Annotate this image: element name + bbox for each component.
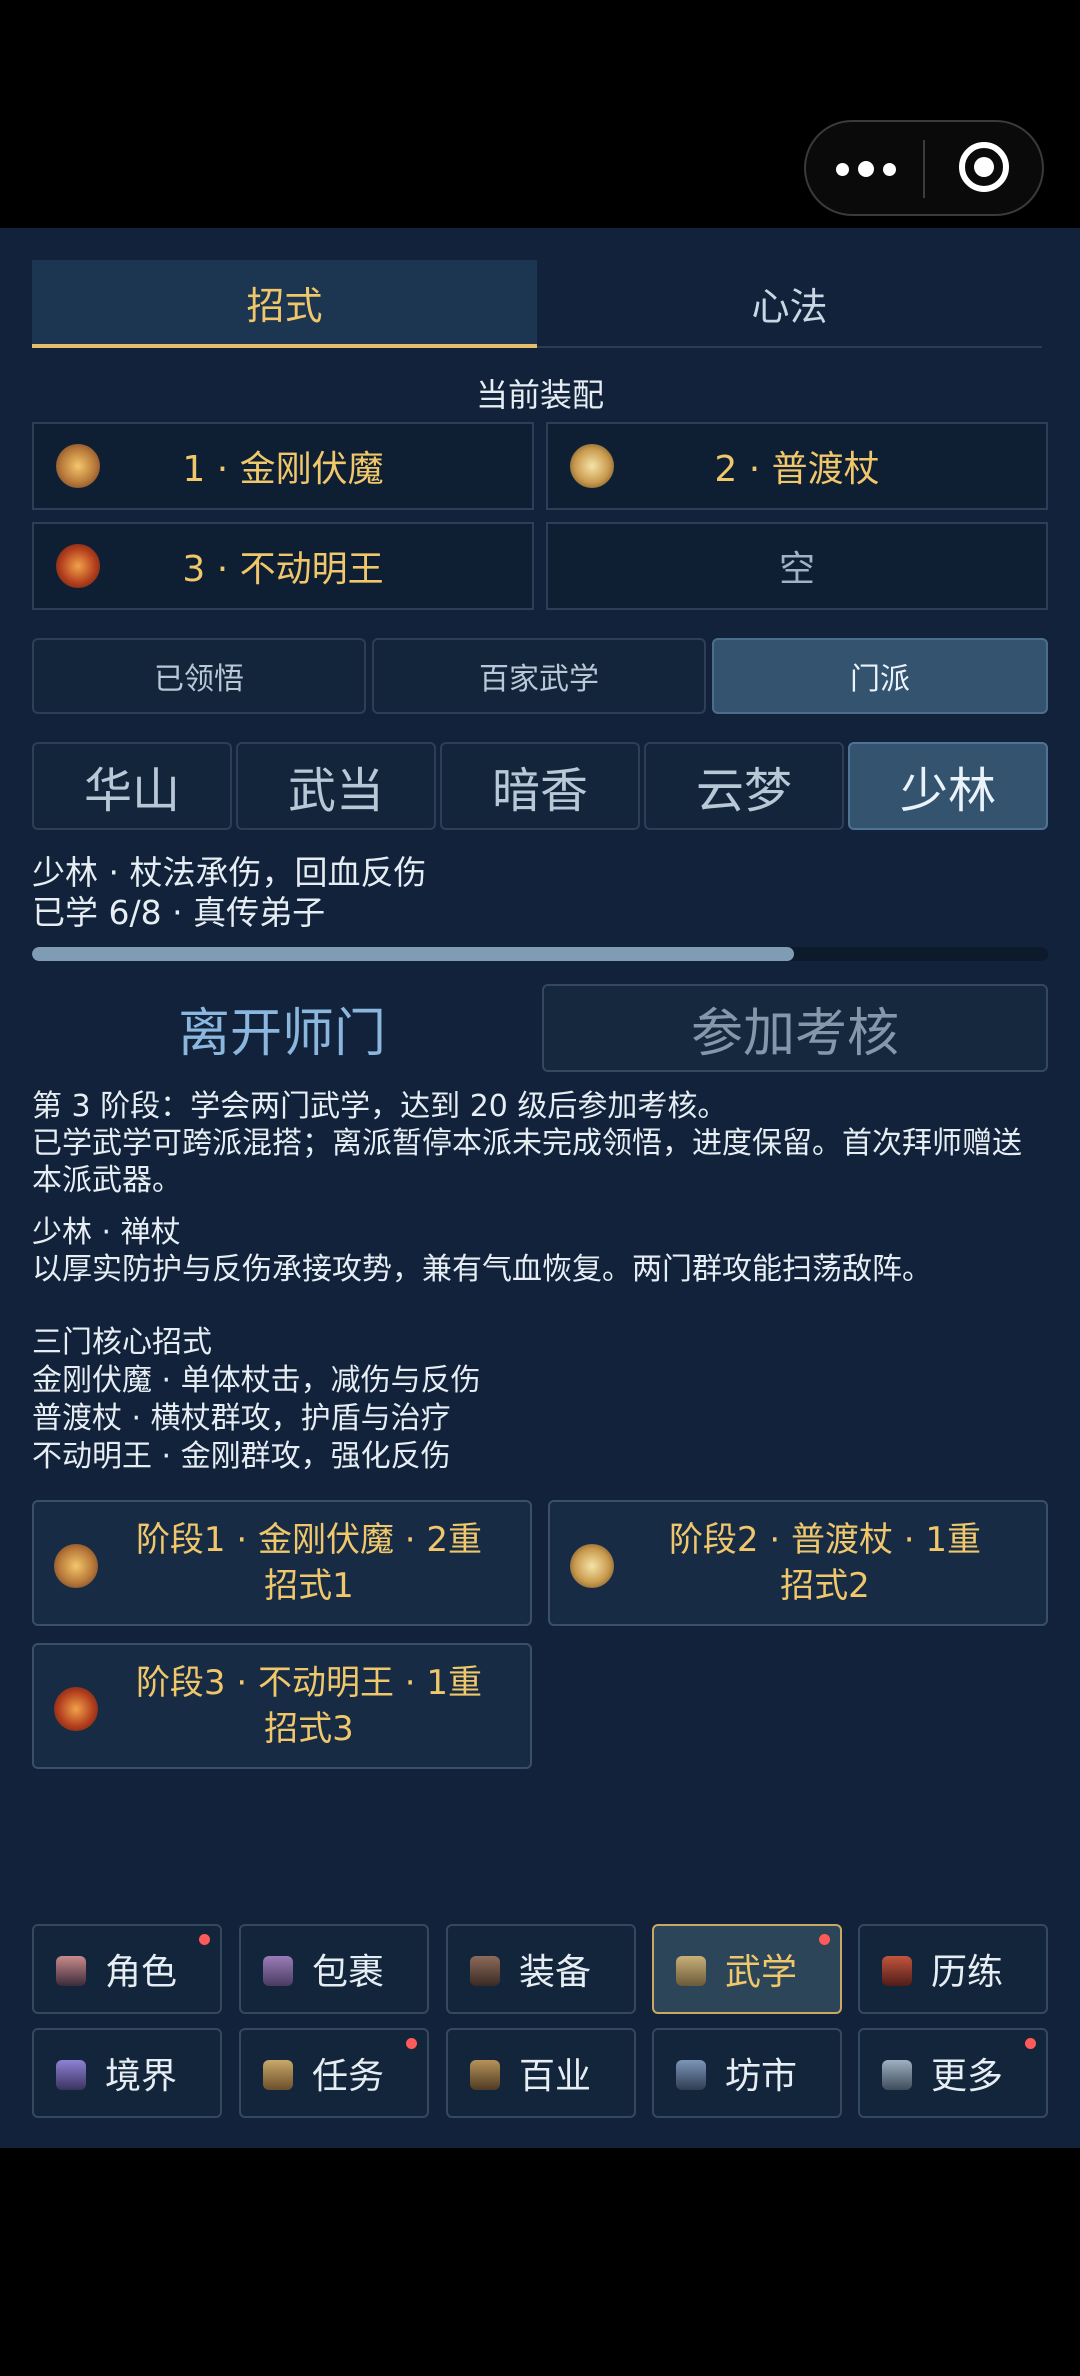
wisdom-king-skill-icon <box>56 544 100 588</box>
nav-label: 历练 <box>930 1952 1003 1993</box>
core-skill-item: 普渡杖 · 横杖群攻，护盾与治疗 <box>32 1401 451 1436</box>
nav-more[interactable]: 更多 <box>858 2028 1048 2118</box>
equip-label: 当前装配 <box>475 376 604 414</box>
core-skill-item: 金刚伏魔 · 单体杖击，减伤与反伤 <box>32 1363 481 1398</box>
equip-slot-3[interactable]: 3 · 不动明王 <box>32 522 534 610</box>
stage-card-title: 阶段3 · 不动明王 · 1重 <box>135 1663 483 1703</box>
vajra-skill-icon <box>56 444 100 488</box>
sect-tab-huashan[interactable]: 华山 <box>32 742 232 830</box>
equip-slot-label: 2 · 普渡杖 <box>714 449 880 490</box>
realm-icon <box>56 2060 86 2090</box>
notification-badge <box>406 2038 417 2049</box>
sect-weapon-title: 少林 · 禅杖 <box>32 1215 181 1250</box>
stage-card-subtitle: 招式2 <box>780 1566 870 1606</box>
equip-slot-label: 3 · 不动明王 <box>182 549 384 590</box>
stage-card-subtitle: 招式3 <box>264 1709 354 1749</box>
sect-learned-status: 已学 6/8 · 真传弟子 <box>32 893 326 932</box>
stage-card-subtitle: 招式1 <box>264 1566 354 1606</box>
sect-tab-wudang[interactable]: 武当 <box>236 742 436 830</box>
nav-bag[interactable]: 包裹 <box>239 1924 429 2014</box>
capsule-divider <box>923 140 925 198</box>
character-icon <box>56 1956 86 1986</box>
nav-label: 更多 <box>930 2056 1003 2097</box>
nav-label: 包裹 <box>311 1952 384 1993</box>
sect-tab-yunmeng[interactable]: 云梦 <box>644 742 844 830</box>
nav-quests[interactable]: 任务 <box>239 2028 429 2118</box>
vajra-skill-icon <box>54 1544 98 1588</box>
sect-weapon-description: 以厚实防护与反伤承接攻势，兼有气血恢复。两门群攻能扫荡敌阵。 <box>32 1252 932 1287</box>
wisdom-king-skill-icon <box>54 1687 98 1731</box>
nav-character[interactable]: 角色 <box>32 1924 222 2014</box>
tab-zhaoshi[interactable]: 招式 <box>32 260 537 348</box>
stage-card-2[interactable]: 阶段2 · 普渡杖 · 1重 招式2 <box>548 1500 1048 1626</box>
sect-progress-fill <box>32 947 794 961</box>
nav-label: 境界 <box>104 2056 177 2097</box>
nav-label: 任务 <box>311 2056 384 2097</box>
nav-label: 装备 <box>518 1952 591 1993</box>
professions-icon <box>470 2060 500 2090</box>
subtab-learned[interactable]: 已领悟 <box>32 638 366 714</box>
nav-martial-arts[interactable]: 武学 <box>652 1924 842 2014</box>
quest-scroll-icon <box>263 2060 293 2090</box>
equip-slot-label: 1 · 金刚伏魔 <box>182 449 384 490</box>
nav-label: 角色 <box>104 1952 177 1993</box>
scroll-book-icon <box>676 1956 706 1986</box>
stage-card-title: 阶段1 · 金刚伏魔 · 2重 <box>135 1520 483 1560</box>
nav-label: 坊市 <box>724 2056 797 2097</box>
nav-realm[interactable]: 境界 <box>32 2028 222 2118</box>
nav-label: 武学 <box>724 1952 797 1993</box>
stage-description: 第 3 阶段：学会两门武学，达到 20 级后参加考核。 <box>32 1089 728 1124</box>
notification-badge <box>199 1934 210 1945</box>
nav-professions[interactable]: 百业 <box>446 2028 636 2118</box>
staff-skill-icon <box>570 1544 614 1588</box>
notification-badge <box>1025 2038 1036 2049</box>
core-skills-title: 三门核心招式 <box>32 1325 212 1360</box>
equip-slot-1[interactable]: 1 · 金刚伏魔 <box>32 422 534 510</box>
book-icon <box>882 2060 912 2090</box>
nav-market[interactable]: 坊市 <box>652 2028 842 2118</box>
bag-icon <box>263 1956 293 1986</box>
nav-label: 百业 <box>518 2056 591 2097</box>
equip-slot-2[interactable]: 2 · 普渡杖 <box>546 422 1048 510</box>
nav-equipment[interactable]: 装备 <box>446 1924 636 2014</box>
market-stall-icon <box>676 2060 706 2090</box>
stage-notes: 已学武学可跨派混搭；离派暂停本派未完成领悟，进度保留。首次拜师赠送本派武器。 <box>32 1126 1022 1198</box>
nav-training[interactable]: 历练 <box>858 1924 1048 2014</box>
staff-skill-icon <box>570 444 614 488</box>
join-exam-button[interactable]: 参加考核 <box>542 984 1048 1072</box>
stage-card-1[interactable]: 阶段1 · 金刚伏魔 · 2重 招式1 <box>32 1500 532 1626</box>
sect-progress-bar <box>32 947 1048 961</box>
equipment-icon <box>470 1956 500 1986</box>
subtab-sect[interactable]: 门派 <box>712 638 1048 714</box>
subtab-general[interactable]: 百家武学 <box>372 638 706 714</box>
stage-card-3[interactable]: 阶段3 · 不动明王 · 1重 招式3 <box>32 1643 532 1769</box>
notification-badge <box>819 1934 830 1945</box>
close-target-icon[interactable] <box>959 142 1009 192</box>
core-skill-item: 不动明王 · 金刚群攻，强化反伤 <box>32 1439 451 1474</box>
more-icon[interactable] <box>836 154 896 184</box>
stage-card-title: 阶段2 · 普渡杖 · 1重 <box>668 1520 982 1560</box>
training-icon <box>882 1956 912 1986</box>
tab-xinfa[interactable]: 心法 <box>537 260 1042 348</box>
equip-slot-empty[interactable]: 空 <box>546 522 1048 610</box>
sect-tab-shaolin[interactable]: 少林 <box>848 742 1048 830</box>
capsule-menu <box>804 120 1044 216</box>
sect-tab-anxiang[interactable]: 暗香 <box>440 742 640 830</box>
leave-sect-button[interactable]: 离开师门 <box>32 984 532 1072</box>
